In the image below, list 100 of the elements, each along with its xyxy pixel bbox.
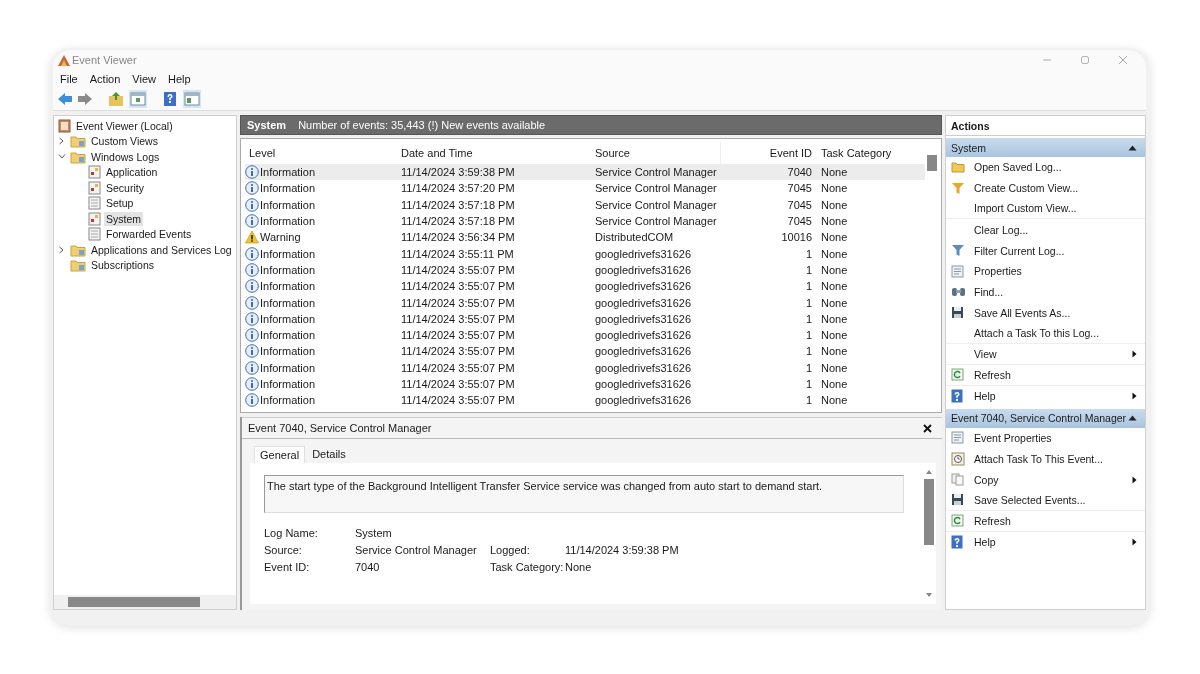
command-link[interactable]: Refresh: [946, 364, 1145, 386]
command-link[interactable]: Save Selected Events...: [946, 489, 1145, 511]
table-cell: Information: [260, 329, 316, 342]
column-header[interactable]: Level: [245, 147, 397, 159]
scrollbar-thumb[interactable]: [68, 597, 200, 607]
command-link[interactable]: Refresh: [946, 510, 1145, 532]
scroll-up-icon[interactable]: [925, 469, 933, 475]
command-link[interactable]: Help: [946, 385, 1145, 407]
command-link[interactable]: Create Custom View...: [946, 177, 1145, 199]
table-cell: Information: [260, 296, 316, 309]
event-row[interactable]: Information 11/14/2024 3:55:07 PM googledrivefs31626 1 None: [245, 278, 925, 295]
tree-item[interactable]: Security: [104, 180, 146, 195]
table-cell-text: 11/14/2024 3:55:07 PM: [400, 280, 516, 293]
event-row[interactable]: Information 11/14/2024 3:57:18 PM Service Control Manager 7045 None: [245, 196, 925, 213]
event-row[interactable]: Information 11/14/2024 3:55:07 PM googledrivefs31626 1 None: [245, 310, 925, 327]
tree-item[interactable]: Event Viewer (Local): [74, 118, 175, 133]
command-link[interactable]: Open Saved Log...: [946, 157, 1145, 178]
table-cell-text: 1: [804, 361, 813, 374]
table-cell-text: None: [820, 378, 849, 390]
event-row[interactable]: Information 11/14/2024 3:55:07 PM googledrivefs31626 1 None: [245, 375, 925, 393]
command-link[interactable]: Find...: [946, 281, 1145, 303]
table-cell-text: googledrivefs31626: [594, 378, 693, 390]
tree-item[interactable]: Applications and Services Log: [89, 242, 234, 257]
column-header[interactable]: Task Category: [817, 147, 925, 159]
tree-item[interactable]: Subscriptions: [89, 258, 157, 273]
computer-log-icon: [58, 118, 71, 133]
expand-caret-icon[interactable]: [58, 245, 65, 254]
event-row[interactable]: Information 11/14/2024 3:55:07 PM googledrivefs31626 1 None: [245, 294, 925, 311]
tree-item[interactable]: Application: [104, 165, 160, 180]
folder-up-icon[interactable]: [107, 90, 125, 108]
command-link[interactable]: View: [946, 344, 1145, 365]
table-cell-text: googledrivefs31626: [594, 394, 693, 407]
table-cell-text: 11/14/2024 3:55:07 PM: [400, 312, 516, 325]
command-link[interactable]: Attach Task To This Event...: [946, 448, 1145, 470]
table-cell: Information: [260, 280, 316, 293]
menu-item[interactable]: Help: [167, 73, 191, 85]
panel-icon[interactable]: [129, 90, 147, 108]
menu-item[interactable]: Action: [89, 73, 121, 85]
table-cell-text: Service Control Manager: [594, 198, 718, 211]
event-row[interactable]: Information 11/14/2024 3:57:18 PM Service Control Manager 7045 None: [245, 212, 925, 230]
event-row[interactable]: Information 11/14/2024 3:55:07 PM googledrivefs31626 1 None: [245, 343, 925, 360]
command-link[interactable]: Import Custom View...: [946, 198, 1145, 220]
field-value: System: [355, 527, 393, 539]
field-value: None: [565, 561, 592, 573]
command-link[interactable]: Filter Current Log...: [946, 240, 1145, 261]
event-row[interactable]: Information 11/14/2024 3:55:07 PM googledrivefs31626 1 None: [245, 326, 925, 344]
field-value: 7040: [355, 561, 381, 573]
tree-item[interactable]: Forwarded Events: [104, 227, 194, 242]
event-row[interactable]: Information 11/14/2024 3:55:11 PM googledrivefs31626 1 None: [245, 245, 925, 262]
collapse-caret-icon[interactable]: [1128, 415, 1137, 422]
folder-icon: [951, 161, 965, 174]
column-header[interactable]: Event ID: [721, 147, 817, 159]
scrollbar-thumb[interactable]: [927, 155, 937, 171]
table-cell-text: 1: [804, 329, 813, 342]
collapse-caret-icon[interactable]: [1128, 144, 1137, 151]
forward-arrow-icon[interactable]: [77, 92, 93, 106]
table-cell-text: 10016: [780, 231, 813, 244]
column-header[interactable]: Date and Time: [397, 147, 591, 159]
command-link[interactable]: Event Properties: [946, 427, 1145, 449]
menu-item[interactable]: View: [132, 73, 156, 85]
section-header[interactable]: System: [946, 138, 1145, 157]
table-cell: Information: [260, 247, 316, 260]
command-link[interactable]: Save All Events As...: [946, 302, 1145, 324]
event-row[interactable]: Information 11/14/2024 3:55:07 PM googledrivefs31626 1 None: [245, 261, 925, 279]
panel-icon[interactable]: [183, 90, 201, 108]
command-link[interactable]: Copy: [946, 469, 1145, 490]
command-link[interactable]: Clear Log...: [946, 219, 1145, 241]
help-icon[interactable]: [161, 90, 179, 108]
tree-item[interactable]: Custom Views: [89, 134, 160, 149]
command-link[interactable]: Help: [946, 531, 1145, 553]
refresh-icon: [951, 368, 964, 382]
maximize-icon[interactable]: [1080, 55, 1090, 65]
table-cell-text: None: [820, 166, 849, 179]
menu-item[interactable]: File: [60, 73, 78, 85]
scroll-down-icon[interactable]: [925, 592, 933, 598]
close-icon[interactable]: [923, 423, 932, 433]
table-cell-text: None: [820, 345, 849, 358]
table-cell-text: 11/14/2024 3:55:07 PM: [400, 329, 516, 342]
command-link[interactable]: Properties: [946, 261, 1145, 282]
section-header[interactable]: Event 7040, Service Control Manager: [946, 408, 1145, 428]
expand-caret-icon[interactable]: [58, 137, 65, 146]
tree-item[interactable]: System: [104, 211, 143, 226]
event-row[interactable]: Information 11/14/2024 3:55:07 PM googledrivefs31626 1 None: [245, 392, 925, 409]
event-row[interactable]: Information 11/14/2024 3:55:07 PM googledrivefs31626 1 None: [245, 359, 925, 376]
command-link[interactable]: Attach a Task To this Log...: [946, 323, 1145, 345]
section-title: Event 7040, Service Control Manager: [951, 412, 1127, 425]
scrollbar-thumb[interactable]: [924, 479, 934, 545]
section-title: System: [951, 141, 986, 154]
tab[interactable]: General: [254, 446, 306, 463]
back-arrow-icon[interactable]: [57, 92, 73, 106]
info-icon: [245, 165, 259, 180]
collapse-caret-icon[interactable]: [58, 153, 66, 161]
event-row[interactable]: Information 11/14/2024 3:57:20 PM Service Control Manager 7045 None: [245, 180, 925, 197]
copy-icon: [951, 473, 965, 487]
tab[interactable]: Details: [307, 446, 351, 463]
info-icon: [245, 214, 259, 229]
event-row[interactable]: Information 11/14/2024 3:59:38 PM Service Control Manager 7040 None: [245, 164, 925, 181]
tree-item[interactable]: Setup: [104, 196, 136, 211]
tree-item[interactable]: Windows Logs: [89, 149, 162, 164]
event-row[interactable]: Warning 11/14/2024 3:56:34 PM DistributedCOM 10016 None: [245, 229, 925, 246]
